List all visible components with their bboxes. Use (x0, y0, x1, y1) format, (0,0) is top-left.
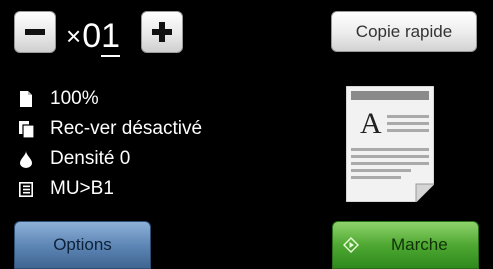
copy-count-display: × 01 (66, 13, 121, 57)
decrease-copies-button[interactable] (14, 11, 56, 53)
setting-layout-label: MU>B1 (50, 178, 114, 199)
document-preview: A (345, 85, 435, 203)
start-button[interactable]: Marche (332, 221, 479, 269)
start-label: Marche (391, 235, 448, 254)
quick-copy-button[interactable]: Copie rapide (331, 11, 477, 52)
plus-icon (152, 22, 172, 42)
copy-screen: × 01 Copie rapide 100% Rec-ver désactivé… (0, 0, 493, 269)
copies-count: 01 (82, 17, 121, 57)
copies-count-value: 01 (82, 17, 121, 55)
copies-cursor-underline (101, 55, 121, 57)
duplex-pages-icon (18, 120, 34, 138)
options-button[interactable]: Options (14, 221, 151, 269)
layout-list-icon (18, 180, 34, 198)
options-label: Options (53, 235, 112, 254)
setting-density: Densité 0 (18, 146, 130, 172)
start-diamond-icon (343, 237, 359, 253)
quick-copy-label: Copie rapide (355, 21, 453, 41)
preview-letter: A (360, 107, 382, 140)
page-icon (18, 90, 34, 108)
setting-zoom: 100% (18, 86, 99, 112)
setting-layout: MU>B1 (18, 176, 114, 202)
document-preview-icon: A (345, 85, 435, 203)
setting-zoom-label: 100% (50, 88, 99, 109)
minus-icon (25, 29, 45, 35)
setting-duplex-label: Rec-ver désactivé (50, 118, 203, 139)
increase-copies-button[interactable] (141, 11, 183, 53)
toner-drop-icon (18, 150, 34, 168)
setting-density-label: Densité 0 (50, 148, 131, 169)
copies-multiplier-symbol: × (66, 21, 82, 51)
setting-duplex: Rec-ver désactivé (18, 116, 202, 142)
